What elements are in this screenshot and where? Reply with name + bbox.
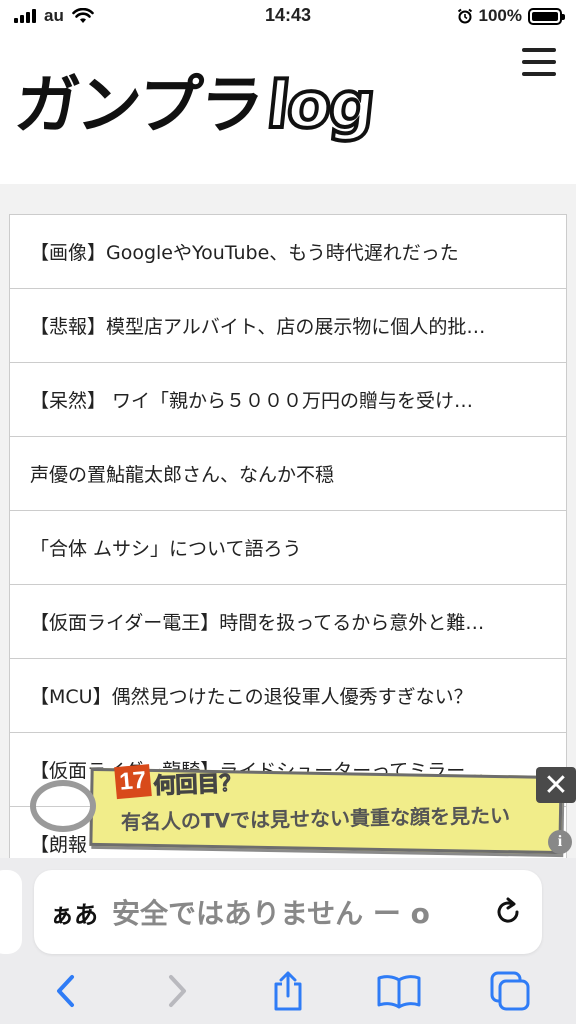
article-title: 【MCU】偶然見つけたこの退役軍人優秀すぎない？: [30, 686, 473, 708]
hamburger-menu-icon[interactable]: [522, 48, 556, 76]
reload-icon[interactable]: [490, 894, 526, 930]
article-item[interactable]: 【仮面ライダー電王】時間を扱ってるから意外と難…: [10, 585, 566, 659]
article-title: 【悲報】模型店アルバイト、店の展示物に個人的批…: [30, 316, 486, 338]
ad-ring-decoration: [30, 780, 96, 832]
address-bar[interactable]: ぁあ 安全ではありません ー o: [34, 870, 542, 954]
browser-toolbar: [0, 958, 576, 1024]
book-icon: [377, 975, 421, 1009]
status-right: 100%: [457, 6, 565, 26]
article-item[interactable]: 声優の置鮎龍太郎さん、なんか不穏: [10, 437, 566, 511]
back-button[interactable]: [42, 967, 90, 1015]
browser-bottom-bar: ぁあ 安全ではありません ー o: [0, 858, 576, 1024]
forward-chevron-icon: [168, 975, 186, 1007]
alarm-icon: [457, 8, 472, 24]
battery-icon: [528, 7, 565, 25]
back-chevron-icon: [56, 975, 74, 1007]
ad-card[interactable]: 17 何回目？ 有名人のTVでは見せない貴重な顔を見たい: [89, 764, 563, 855]
article-title: 声優の置鮎龍太郎さん、なんか不穏: [30, 464, 335, 486]
ad-subtitle: 有名人のTVでは見せない貴重な顔を見たい: [120, 803, 511, 835]
article-item[interactable]: 【画像】GoogleやYouTube、もう時代遅れだった: [10, 215, 566, 289]
tabs-icon: [490, 971, 530, 1011]
ad-info-icon[interactable]: i: [548, 830, 572, 854]
logo-main-text: ガンプラ: [11, 69, 266, 143]
share-button[interactable]: [264, 967, 312, 1015]
article-item[interactable]: 【悲報】模型店アルバイト、店の展示物に個人的批…: [10, 289, 566, 363]
site-header: ガンプラlog: [0, 34, 576, 184]
article-item[interactable]: 「合体 ムサシ」について語ろう: [10, 511, 566, 585]
site-logo[interactable]: ガンプラlog: [11, 54, 379, 146]
previous-tab-peek[interactable]: [0, 870, 22, 954]
article-title: 【呆然】 ワイ「親から５０００万円の贈与を受け…: [30, 390, 474, 412]
ad-title: 何回目？: [153, 771, 243, 800]
article-title: 【画像】GoogleやYouTube、もう時代遅れだった: [30, 242, 459, 264]
logo-suffix-text: log: [262, 67, 379, 145]
ad-banner[interactable]: 17 何回目？ 有名人のTVでは見せない貴重な顔を見たい ✕ i: [30, 762, 576, 858]
share-icon: [274, 971, 302, 1011]
article-item[interactable]: 【MCU】偶然見つけたこの退役軍人優秀すぎない？: [10, 659, 566, 733]
bookmarks-button[interactable]: [375, 967, 423, 1015]
address-text[interactable]: 安全ではありません ー o: [112, 892, 482, 932]
article-title: 【仮面ライダー電王】時間を扱ってるから意外と難…: [30, 612, 485, 634]
ad-close-icon[interactable]: ✕: [536, 767, 576, 803]
tabs-button[interactable]: [486, 967, 534, 1015]
forward-button[interactable]: [153, 967, 201, 1015]
battery-percent: 100%: [478, 6, 522, 25]
ad-number-badge: 17: [114, 764, 152, 800]
page-settings-button[interactable]: ぁあ: [50, 895, 98, 930]
status-bar: au 14:43 100%: [0, 0, 576, 34]
article-item[interactable]: 【呆然】 ワイ「親から５０００万円の贈与を受け…: [10, 363, 566, 437]
article-title: 「合体 ムサシ」について語ろう: [30, 538, 302, 560]
